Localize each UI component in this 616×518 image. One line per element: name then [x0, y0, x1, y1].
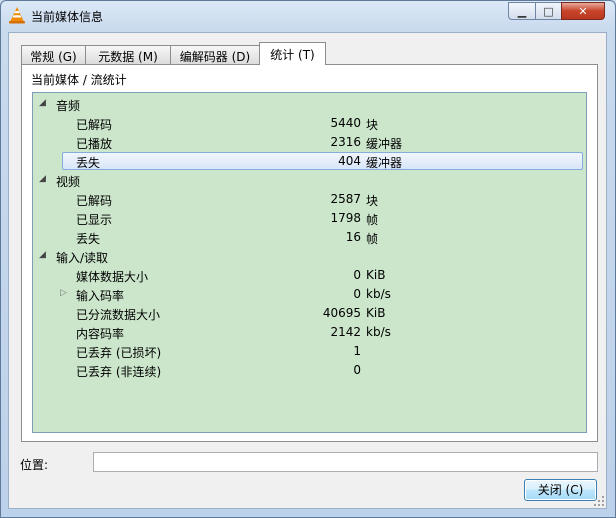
stat-value: 2587 — [330, 192, 361, 206]
dialog-client-area: 常规 (G) 元数据 (M) 编解码器 (D) 统计 (T) 当前媒体 / 流统… — [8, 32, 607, 509]
tab-label: 编解码器 (D) — [179, 50, 251, 64]
stat-label: 已丢弃 (非连续) — [76, 365, 162, 379]
close-button[interactable]: 关闭 (C) — [524, 479, 597, 501]
title-bar[interactable]: 当前媒体信息 ▁ □ ✕ — [1, 1, 615, 31]
stat-label: 丢失 — [76, 232, 101, 246]
tab-codec[interactable]: 编解码器 (D) — [170, 45, 260, 64]
stat-unit: 帧 — [366, 232, 379, 246]
media-info-window: 当前媒体信息 ▁ □ ✕ 常规 (G) 元数据 (M) 编解码器 (D) 统计 … — [0, 0, 616, 518]
minimize-icon: ▁ — [517, 4, 527, 18]
stat-label: 内容码率 — [76, 327, 125, 341]
stat-label: 已解码 — [76, 194, 113, 208]
stat-unit: 块 — [366, 194, 379, 208]
window-title: 当前媒体信息 — [31, 10, 104, 24]
tab-label: 常规 (G) — [30, 50, 77, 64]
close-window-button[interactable]: ✕ — [561, 2, 605, 20]
stat-value: 1798 — [330, 211, 361, 225]
tree-row[interactable]: 已显示 1798 帧 — [33, 209, 584, 228]
tree-row[interactable]: 媒体数据大小 0 KiB — [33, 266, 584, 285]
tab-label: 统计 (T) — [270, 48, 315, 62]
vlc-cone-icon — [9, 7, 25, 24]
stat-value: 0 — [353, 363, 361, 377]
tree-row-selected[interactable]: 丢失 404 缓冲器 — [33, 152, 584, 171]
maximize-icon: □ — [543, 4, 554, 18]
stat-label: 已显示 — [76, 213, 113, 227]
tree-row[interactable]: 已丢弃 (已损坏) 1 — [33, 342, 584, 361]
stat-unit: 块 — [366, 118, 379, 132]
tree-row[interactable]: 丢失 16 帧 — [33, 228, 584, 247]
stat-label: 输入码率 — [76, 289, 125, 303]
stat-value: 16 — [345, 230, 361, 244]
statistics-tree[interactable]: ◢ 音频 已解码 5440 块 已播放 2316 缓冲器 丢失 404 缓冲器 … — [32, 92, 587, 433]
stat-label: 媒体数据大小 — [76, 270, 149, 284]
location-input[interactable] — [93, 452, 598, 472]
stat-value: 2142 — [330, 325, 361, 339]
stat-unit: 缓冲器 — [366, 156, 403, 170]
stat-value: 2316 — [330, 135, 361, 149]
group-label: 视频 — [56, 175, 81, 189]
tree-row[interactable]: 已解码 2587 块 — [33, 190, 584, 209]
stat-unit: KiB — [366, 306, 386, 320]
group-label: 输入/读取 — [56, 251, 109, 265]
stat-value: 40695 — [322, 306, 361, 320]
stat-value: 0 — [353, 268, 361, 282]
tree-row[interactable]: 内容码率 2142 kb/s — [33, 323, 584, 342]
stat-unit: kb/s — [366, 325, 391, 339]
stat-label: 已解码 — [76, 118, 113, 132]
close-icon: ✕ — [578, 4, 588, 18]
tree-row[interactable]: 已分流数据大小 40695 KiB — [33, 304, 584, 323]
tree-row[interactable]: 已解码 5440 块 — [33, 114, 584, 133]
selection-highlight — [62, 152, 583, 170]
stat-unit: 帧 — [366, 213, 379, 227]
tree-row[interactable]: 已播放 2316 缓冲器 — [33, 133, 584, 152]
tab-metadata[interactable]: 元数据 (M) — [85, 45, 171, 64]
stat-unit: KiB — [366, 268, 386, 282]
stat-unit: 缓冲器 — [366, 137, 403, 151]
collapsed-arrow-icon[interactable]: ▷ — [60, 288, 67, 298]
tree-row[interactable]: ▷ 输入码率 0 kb/s — [33, 285, 584, 304]
stat-label: 已分流数据大小 — [76, 308, 161, 322]
stat-label: 已播放 — [76, 137, 113, 151]
tree-group-input[interactable]: ◢ 输入/读取 — [33, 247, 584, 266]
resize-grip-icon[interactable] — [594, 496, 604, 506]
tree-group-video[interactable]: ◢ 视频 — [33, 171, 584, 190]
group-label: 音频 — [56, 99, 81, 113]
expanded-arrow-icon[interactable]: ◢ — [39, 98, 46, 108]
statistics-panel: 当前媒体 / 流统计 ◢ 音频 已解码 5440 块 已播放 2316 缓冲器 — [21, 64, 598, 442]
maximize-button[interactable]: □ — [535, 2, 561, 20]
tab-general[interactable]: 常规 (G) — [21, 45, 86, 64]
stat-unit: kb/s — [366, 287, 391, 301]
stat-value: 404 — [338, 154, 361, 168]
tree-row[interactable]: 已丢弃 (非连续) 0 — [33, 361, 584, 380]
expanded-arrow-icon[interactable]: ◢ — [39, 174, 46, 184]
stat-label: 丢失 — [76, 156, 101, 170]
tab-statistics[interactable]: 统计 (T) — [259, 42, 326, 65]
stat-value: 5440 — [330, 116, 361, 130]
minimize-button[interactable]: ▁ — [508, 2, 535, 20]
stat-value: 0 — [353, 287, 361, 301]
panel-path: 当前媒体 / 流统计 — [31, 73, 127, 87]
stat-label: 已丢弃 (已损坏) — [76, 346, 162, 360]
tab-label: 元数据 (M) — [98, 50, 158, 64]
tree-group-audio[interactable]: ◢ 音频 — [33, 95, 584, 114]
expanded-arrow-icon[interactable]: ◢ — [39, 250, 46, 260]
stat-value: 1 — [353, 344, 361, 358]
location-label: 位置: — [20, 458, 49, 472]
